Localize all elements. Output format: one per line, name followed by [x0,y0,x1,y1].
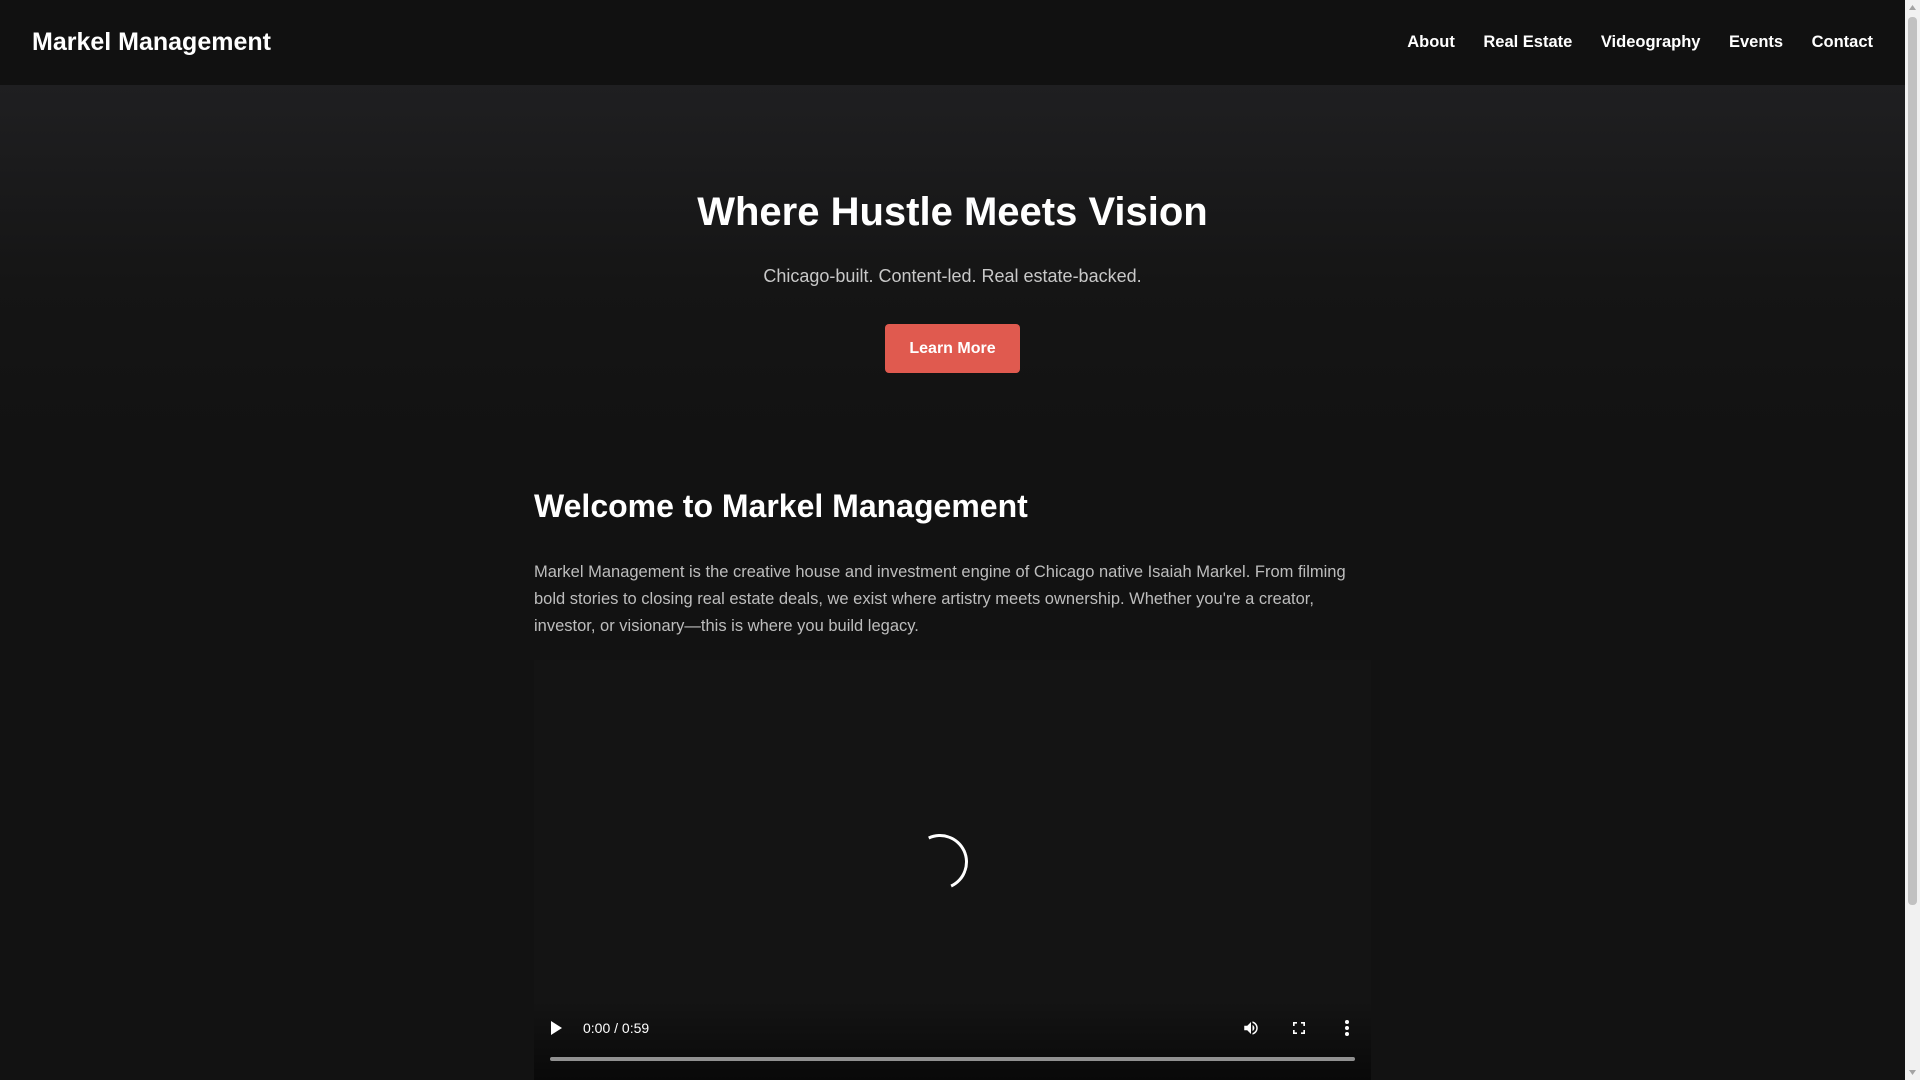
play-button[interactable] [540,1012,572,1044]
welcome-section: Welcome to Markel Management Markel Mana… [534,488,1371,640]
play-icon [551,1021,562,1035]
nav-item-contact[interactable]: Contact [1812,33,1873,52]
learn-more-button[interactable]: Learn More [885,324,1020,373]
video-time: 0:00 / 0:59 [583,1020,650,1036]
video-player[interactable]: 0:00 / 0:59 [534,660,1371,1080]
page-scrollbar[interactable] [1905,0,1920,1080]
volume-icon [1244,1021,1258,1035]
video-controls: 0:00 / 0:59 [534,1005,1371,1080]
fullscreen-button[interactable] [1283,1012,1315,1044]
welcome-body: Markel Management is the creative house … [534,563,1346,635]
more-options-icon [1345,1020,1349,1036]
hero-title: Where Hustle Meets Vision [697,190,1208,234]
hero-section: Where Hustle Meets Vision Chicago-built.… [0,85,1905,445]
mute-button[interactable] [1235,1012,1267,1044]
scroll-up-arrow-icon[interactable] [1905,0,1920,15]
more-options-button[interactable] [1331,1012,1363,1044]
site-header: Markel Management About Real Estate Vide… [0,0,1905,85]
hero-subtitle: Chicago-built. Content-led. Real estate-… [763,266,1142,286]
loading-spinner-icon [904,826,976,898]
scrollbar-thumb[interactable] [1908,17,1917,905]
page: Markel Management About Real Estate Vide… [0,0,1905,1080]
nav-item-about[interactable]: About [1407,33,1455,52]
nav-item-real-estate[interactable]: Real Estate [1483,33,1572,52]
nav-item-events[interactable]: Events [1729,33,1783,52]
main-nav: About Real Estate Videography Events Con… [1379,33,1873,52]
nav-item-videography[interactable]: Videography [1601,33,1701,52]
brand-logo-link[interactable]: Markel Management [32,28,271,57]
scroll-down-arrow-icon[interactable] [1905,1065,1920,1080]
welcome-heading: Welcome to Markel Management [534,488,1028,524]
fullscreen-icon [1293,1022,1305,1034]
seek-bar[interactable] [550,1057,1355,1061]
